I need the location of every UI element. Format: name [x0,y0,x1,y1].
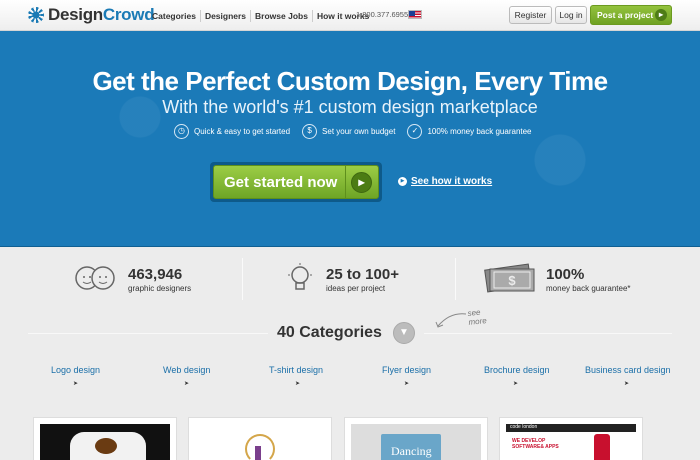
nav-designers[interactable]: Designers [201,9,252,22]
category-tshirt-design[interactable]: T-shirt design [269,365,323,375]
post-project-label: Post a project [597,10,654,20]
category-brochure-design[interactable]: Brochure design [484,365,550,375]
get-started-label: Get started now [224,174,338,191]
bullet-icon: ➤ [624,381,630,387]
stats-bar: 463,946 graphic designers 25 to 100+ ide… [0,248,700,308]
play-icon: ▶ [398,177,407,186]
feature-quick: ◷ Quick & easy to get started [174,124,290,139]
stat-divider [242,258,243,300]
clock-icon: ◷ [174,124,189,139]
monkey-face-graphic [95,438,117,454]
get-started-button[interactable]: Get started now ▸ [213,165,379,199]
design-thumbnail-book[interactable]: Dancing [344,417,488,460]
post-project-button[interactable]: Post a project ▸ [590,5,672,25]
category-logo-design[interactable]: Logo design [51,365,100,375]
feature-text: 100% money back guarantee [427,127,532,136]
stat-value: 25 to 100+ [326,265,399,283]
bullet-icon: ➤ [73,381,79,387]
thumbnail-image: Dancing [351,424,481,460]
dollar-icon: $ [302,124,318,139]
designcrowd-logo-icon [28,7,44,23]
feature-budget: $ Set your own budget [302,124,395,139]
nav-categories[interactable]: Categories [148,9,201,22]
nav-browse-jobs[interactable]: Browse Jobs [251,9,313,22]
flyer-promo-text: WE DEVELOP SOFTWARE& APPS [512,438,559,450]
thumbnail-image: code london WE DEVELOP SOFTWARE& APPS [506,424,636,460]
curved-arrow-icon [435,313,467,328]
phone-number: 1.800.377.6955 [356,10,409,19]
category-flyer-design[interactable]: Flyer design [382,365,431,375]
see-how-it-works-link[interactable]: ▶ See how it works [398,176,492,187]
stat-divider [455,258,456,300]
design-thumbnail-logo[interactable] [188,417,332,460]
stat-value: 100% [546,265,585,283]
designcrowd-logo[interactable]: DesignCrowd [28,5,155,25]
bullet-icon: ➤ [295,381,301,387]
money-icon: $ [484,263,535,293]
arrow-right-icon: ▸ [351,172,372,193]
stat-guarantee: $ 100% money back guarantee* [482,256,631,302]
stat-ideas: 25 to 100+ ideas per project [282,256,399,302]
register-button[interactable]: Register [509,6,552,24]
stat-value: 463,946 [128,265,183,283]
bullet-icon: ➤ [513,381,519,387]
feature-list: ◷ Quick & easy to get started $ Set your… [174,124,544,139]
design-thumbnail-flyer[interactable]: code london WE DEVELOP SOFTWARE& APPS [499,417,643,460]
svg-text:$: $ [508,273,516,288]
logo-glyph-graphic [255,446,261,460]
design-thumbnail-tshirt[interactable] [33,417,177,460]
category-business-card-design[interactable]: Business card design [585,365,671,375]
hero-subtitle: With the world's #1 custom design market… [162,97,538,117]
thumbnail-image [40,424,170,460]
stat-label: money back guarantee* [546,283,631,293]
us-flag-icon[interactable] [408,10,422,19]
category-web-design[interactable]: Web design [163,365,210,375]
divider-line [28,333,268,334]
top-navigation-bar: DesignCrowd Categories Designers Browse … [0,0,700,31]
stat-designers: 463,946 graphic designers [70,256,191,302]
main-nav: Categories Designers Browse Jobs How it … [148,0,373,31]
feature-guarantee: ✓ 100% money back guarantee [407,124,532,139]
logo-text: DesignCrowd [48,5,155,24]
feature-text: Set your own budget [322,127,396,136]
hero-banner: Get the Perfect Custom Design, Every Tim… [0,31,700,247]
stat-label: graphic designers [128,283,192,293]
stat-label: ideas per project [326,283,386,293]
login-button[interactable]: Log in [555,6,587,24]
phone-graphic [594,434,610,460]
designers-icon [75,266,115,290]
flyer-header-bar: code london [506,424,636,432]
book-title: Dancing [391,444,432,458]
cta-divider [345,166,346,198]
arrow-right-icon: ▸ [655,9,667,21]
cta-frame: Get started now ▸ [210,162,382,202]
see-how-label: See how it works [411,176,493,187]
see-more-note[interactable]: see more [467,307,487,327]
categories-title: 40 Categories [277,324,382,341]
bullet-icon: ➤ [184,381,190,387]
bullet-icon: ➤ [404,381,410,387]
chevron-down-icon[interactable]: ▼ [393,322,415,344]
feature-text: Quick & easy to get started [194,127,291,136]
hero-title: Get the Perfect Custom Design, Every Tim… [92,66,608,96]
thumbnail-image [195,424,325,460]
check-icon: ✓ [407,124,423,139]
lightbulb-icon [288,263,312,290]
